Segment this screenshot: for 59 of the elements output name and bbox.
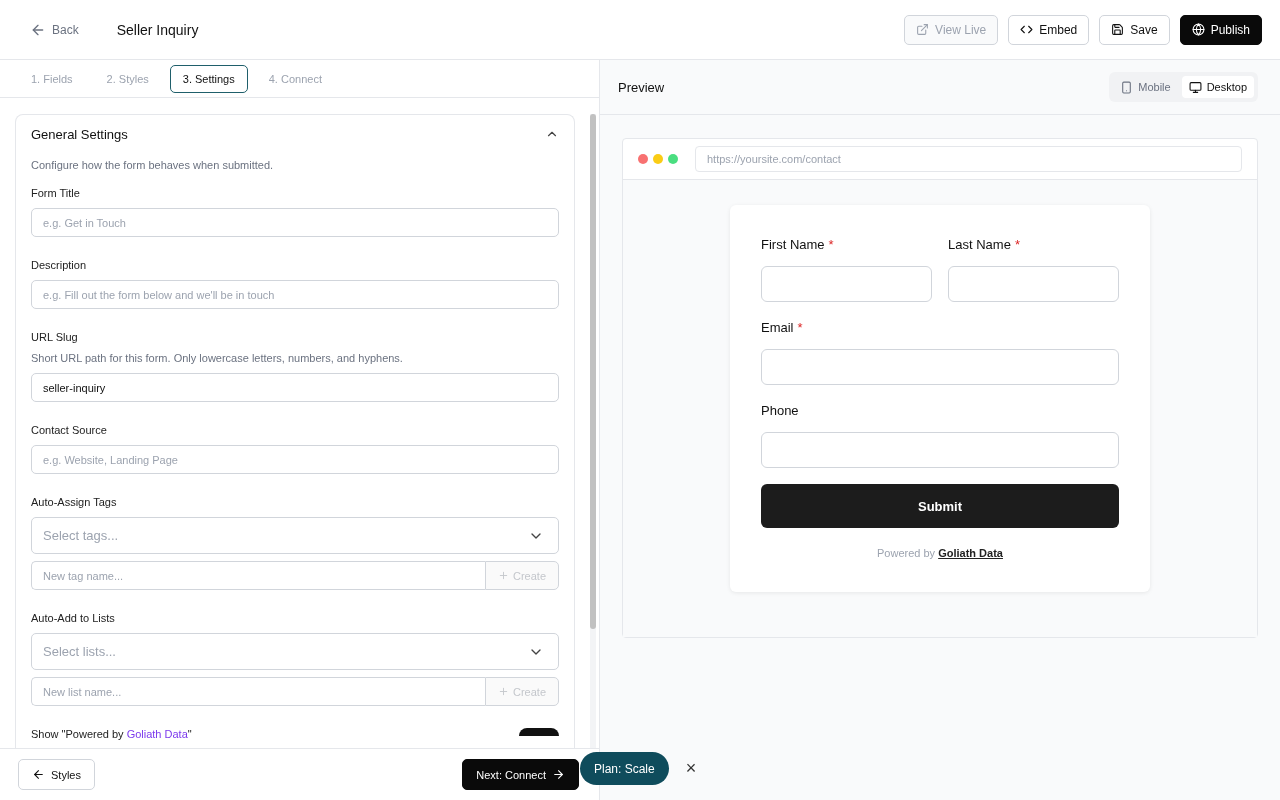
arrow-right-icon <box>552 768 565 781</box>
help-text: Short URL path for this form. Only lowercase letters, numbers, and hyphens. <box>31 352 404 364</box>
back-button[interactable]: Styles <box>18 759 95 790</box>
plan-badge[interactable]: Plan: Scale <box>580 752 669 785</box>
plus-icon <box>498 570 509 581</box>
field-label: URL Slug <box>31 331 79 343</box>
mode-tab[interactable]: Desktop <box>1181 76 1254 98</box>
text-field[interactable]: e.g. Website, Landing Page <box>31 445 559 474</box>
mode-tab[interactable]: Mobile <box>1113 76 1178 98</box>
address-bar: https://yoursite.com/contact <box>695 146 1242 172</box>
field-label: Contact Source <box>31 424 108 436</box>
monitor-icon <box>1188 80 1202 94</box>
field-label: Auto-Assign Tags <box>31 496 118 508</box>
plus-icon <box>498 686 509 697</box>
required-mark: * <box>828 237 834 252</box>
globe-icon <box>1191 23 1205 36</box>
form-label: First Name * <box>761 237 835 252</box>
form-label: Last Name * <box>948 237 1021 252</box>
powered-by-text: Powered by Goliath Data <box>876 547 1004 559</box>
field-label: Auto-Add to Lists <box>31 612 116 624</box>
preview-title: Preview <box>618 79 665 95</box>
toolbar-button[interactable]: Embed <box>1008 14 1090 45</box>
form-input[interactable] <box>761 349 1119 385</box>
form-input[interactable] <box>761 432 1119 468</box>
brand-link[interactable]: Goliath Data <box>938 547 1003 559</box>
card-description: Configure how the form behaves when submitted. <box>31 159 275 171</box>
toggle-label: Show "Powered by Goliath Data" <box>31 728 192 740</box>
back-link[interactable]: Back <box>30 21 79 38</box>
form-label: Email * <box>761 320 804 335</box>
window-dot-icon <box>638 154 648 164</box>
page-title: Seller Inquiry <box>116 21 200 38</box>
text-field[interactable]: seller-inquiry <box>31 373 559 402</box>
next-button[interactable]: Next: Connect <box>462 759 579 790</box>
text-field[interactable]: e.g. Fill out the form below and we'll be in touch <box>31 280 559 309</box>
field-label: Description <box>31 259 88 271</box>
toggle-switch[interactable] <box>519 728 559 736</box>
close-button[interactable]: × <box>682 758 700 779</box>
form-input[interactable] <box>761 266 932 302</box>
required-mark: * <box>797 320 803 335</box>
text-field[interactable]: e.g. Get in Touch <box>31 208 559 237</box>
toolbar-button[interactable]: Save <box>1099 14 1170 45</box>
new-item-field[interactable]: New list name... <box>31 677 485 706</box>
window-dot-icon <box>668 154 678 164</box>
submit-button[interactable]: Submit <box>761 484 1119 528</box>
form-input[interactable] <box>948 266 1119 302</box>
phone-icon <box>1120 80 1134 94</box>
required-mark: * <box>1014 237 1020 252</box>
save-icon <box>1111 23 1125 36</box>
step-tab[interactable]: 3. Settings <box>169 64 248 93</box>
external-link-icon <box>916 23 930 36</box>
arrow-left-icon <box>32 768 45 781</box>
brand-link[interactable]: Goliath Data <box>126 728 188 740</box>
toolbar-button[interactable]: Publish <box>1179 14 1262 45</box>
code-icon <box>1020 23 1034 36</box>
new-item-field[interactable]: New tag name... <box>31 561 485 590</box>
window-dot-icon <box>653 154 663 164</box>
form-label: Phone <box>761 403 800 418</box>
card-title: General Settings <box>31 126 128 142</box>
field-label: Form Title <box>31 187 81 199</box>
